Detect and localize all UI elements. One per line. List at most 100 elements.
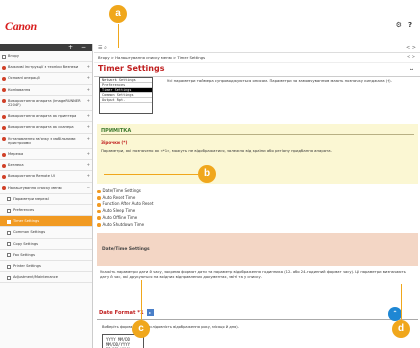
breadcrumb-next-icon[interactable]: > xyxy=(412,54,415,59)
sidebar-item-label: Timer Settings xyxy=(13,219,40,224)
sidebar-item[interactable]: Copy Settings xyxy=(0,239,92,250)
lcd-menu-image: Network Settings Preferences Timer Setting… xyxy=(99,77,153,114)
expand-toggle-icon[interactable]: + xyxy=(87,98,90,103)
subsection-divider xyxy=(97,319,418,320)
sidebar-item[interactable]: Використання апарата як сканера + xyxy=(0,122,92,134)
expand-toggle-icon[interactable]: + xyxy=(87,125,90,129)
expand-toggle-icon[interactable]: + xyxy=(87,136,90,141)
note-divider xyxy=(101,134,414,135)
sidebar-item-label: Основні операції xyxy=(8,76,40,81)
expand-toggle-icon[interactable]: + xyxy=(87,114,90,118)
help-icon[interactable]: ? xyxy=(408,21,412,29)
sidebar-item[interactable]: Важливі інструкції з техніки безпеки + xyxy=(0,62,92,74)
page-icon xyxy=(7,264,11,269)
sidebar-item-label: Установлення зв'язку з мобільними пристр… xyxy=(8,136,76,145)
callout-c: c xyxy=(132,320,150,338)
expand-toggle-icon[interactable]: + xyxy=(87,151,90,156)
sidebar-item[interactable]: Common Settings xyxy=(0,227,92,239)
link-arrow-icon xyxy=(97,223,101,227)
sidebar-item[interactable]: Безпека + xyxy=(0,160,92,172)
sidebar-item-label: Використання апарата як принтера xyxy=(8,114,77,119)
subsection-title: Date Format *1 xyxy=(99,309,144,316)
link-arrow-icon xyxy=(97,209,101,214)
sidebar-item[interactable]: Використання апарата як принтера + xyxy=(0,111,92,123)
sidebar-item[interactable]: Налаштування списку меню − xyxy=(0,183,92,194)
callout-b: b xyxy=(198,165,216,183)
sidebar-item-label: Безпека xyxy=(8,163,24,168)
sidebar-item[interactable]: Вгору xyxy=(0,51,92,63)
next-icon[interactable]: > xyxy=(412,45,416,51)
expand-toggle-icon[interactable]: + xyxy=(87,163,90,167)
sidebar-item-label: Використання Remote UI xyxy=(8,174,55,179)
page-title-bar: Timer Settings ▴▴ xyxy=(94,63,420,77)
expand-toggle-icon[interactable]: + xyxy=(87,87,90,92)
sidebar-item-label: Копіювання xyxy=(8,87,31,92)
section-heading[interactable]: Date/Time Settings xyxy=(97,233,418,266)
sidebar-item-label: Adjustment/Maintenance xyxy=(13,275,58,280)
settings-link[interactable]: Auto Shutdown Time xyxy=(97,222,153,229)
chapter-icon xyxy=(2,174,6,179)
page-icon xyxy=(7,197,11,202)
sidebar-item[interactable]: Timer Settings xyxy=(0,216,92,228)
expand-toggle-icon[interactable]: − xyxy=(87,185,90,190)
settings-link-label: Date/Time Settings xyxy=(102,188,141,193)
sidebar-item[interactable]: Adjustment/Maintenance xyxy=(0,272,92,284)
sidebar-item[interactable]: Використання Remote UI + xyxy=(0,171,92,183)
sidebar-item-label: Common Settings xyxy=(13,230,46,235)
chapter-icon xyxy=(2,76,6,81)
section-text: Укажіть параметри дати й часу, зокрема ф… xyxy=(100,270,406,280)
back-to-top-button[interactable]: ⌃ xyxy=(388,307,402,321)
settings-link[interactable]: Function After Auto Reset xyxy=(97,201,153,208)
chapter-icon xyxy=(2,186,6,191)
sidebar-item[interactable]: Копіювання + xyxy=(0,85,92,96)
expand-icon[interactable]: ▸ xyxy=(146,309,154,316)
sidebar-item-label: Використання апарата як сканера xyxy=(8,125,74,130)
subsection-text: Виберіть формат дати послідовність відоб… xyxy=(102,325,239,329)
settings-link-label: Auto Reset Time xyxy=(102,194,136,200)
search-icon[interactable]: ⌕ xyxy=(104,45,107,51)
sidebar-item[interactable]: Використання апарата (imageRUNNER 2204F)… xyxy=(0,96,92,112)
expand-toggle-icon[interactable]: + xyxy=(87,76,90,80)
sidebar-item[interactable]: Printer Settings xyxy=(0,261,92,273)
sidebar-item[interactable]: Параметри мережі xyxy=(0,194,92,206)
sidebar-toolbar[interactable]: + − xyxy=(0,44,92,51)
lcd-menu-row: Output Rpt. xyxy=(100,98,152,103)
chapter-icon xyxy=(2,125,6,130)
breadcrumb-prev-icon[interactable]: < xyxy=(407,54,410,59)
collapse-all-icon[interactable]: ▴▴ xyxy=(410,67,413,71)
sidebar-list: Вгору Важливі інструкції з техніки безпек… xyxy=(0,51,92,284)
expand-toggle-icon[interactable]: + xyxy=(87,64,90,69)
chapter-icon xyxy=(2,152,6,157)
sidebar-item[interactable]: Fax Settings xyxy=(0,250,92,262)
sidebar-item[interactable]: Установлення зв'язку з мобільними пристр… xyxy=(0,134,92,150)
sidebar-item-label: Вгору xyxy=(8,54,19,58)
callout-d-line xyxy=(401,284,403,322)
page-icon xyxy=(7,230,11,235)
sidebar-item[interactable]: Основні операції + xyxy=(0,73,92,85)
content-toolbar: ☰ ⌕ < > xyxy=(94,44,420,53)
chapter-icon xyxy=(2,65,6,70)
settings-link[interactable]: Date/Time Settings xyxy=(97,188,153,195)
chapter-icon xyxy=(2,163,6,168)
header-icons: ⚙ ? xyxy=(396,21,412,29)
prev-icon[interactable]: < xyxy=(406,45,410,51)
sidebar-item-label: Мережа xyxy=(8,152,24,157)
sidebar: + − Вгору Важливі інструкції з техніки бе… xyxy=(0,44,93,348)
sidebar-item-label: Важливі інструкції з техніки безпеки xyxy=(8,65,79,70)
gear-icon[interactable]: ⚙ xyxy=(396,21,402,29)
settings-link[interactable]: Auto Sleep Time xyxy=(97,208,153,215)
settings-link[interactable]: Auto Offline Time xyxy=(97,215,153,222)
menu-icon[interactable]: ☰ xyxy=(98,45,102,51)
link-arrow-icon xyxy=(97,216,101,220)
sidebar-item-label: Параметри мережі xyxy=(13,196,49,201)
chapter-icon xyxy=(2,137,6,142)
breadcrumb-text[interactable]: Вгору > Налаштування списку меню > Timer… xyxy=(98,55,205,60)
settings-link-label: Function After Auto Reset xyxy=(102,201,154,207)
settings-link-label: Auto Offline Time xyxy=(102,214,138,220)
sidebar-item[interactable]: Мережа + xyxy=(0,149,92,161)
callout-a-line xyxy=(118,24,120,48)
settings-link[interactable]: Auto Reset Time xyxy=(97,195,153,202)
expand-toggle-icon[interactable]: + xyxy=(87,174,90,178)
sidebar-item[interactable]: Preferences xyxy=(0,205,92,217)
page-icon xyxy=(7,208,11,213)
